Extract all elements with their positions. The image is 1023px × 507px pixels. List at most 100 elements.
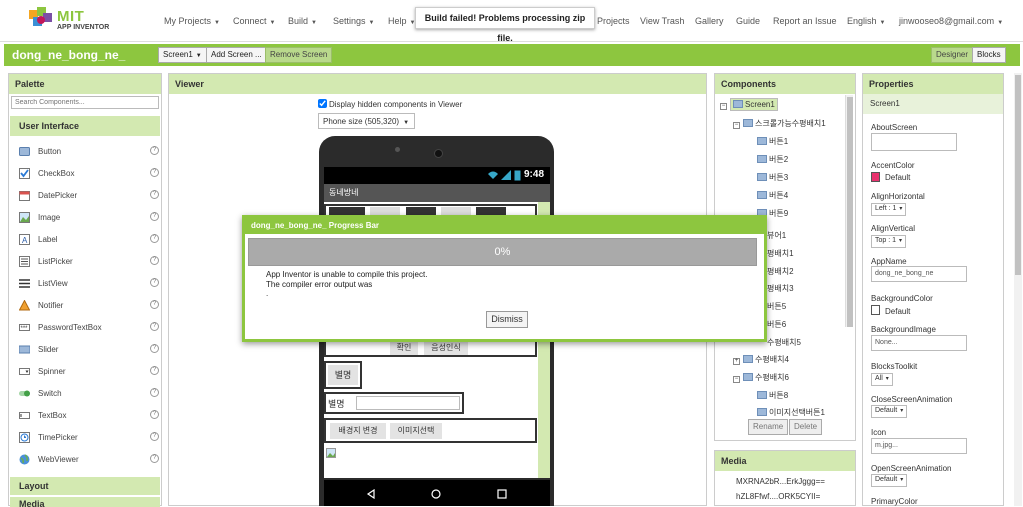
nav-my-projects[interactable]: My Projects ▼ [164, 16, 220, 26]
page-scrollbar[interactable] [1014, 73, 1022, 506]
change-background-button[interactable]: 배경지 변경 [330, 423, 386, 439]
prop-accent-color-value[interactable]: Default [885, 173, 910, 182]
help-icon[interactable]: ? [150, 256, 159, 265]
help-icon[interactable]: ? [150, 168, 159, 177]
prop-background-color-value[interactable]: Default [885, 307, 910, 316]
media-item[interactable]: MXRNA2bR...ErkJggg== [736, 477, 825, 486]
help-icon[interactable]: ? [150, 278, 159, 287]
display-hidden-checkbox[interactable] [318, 99, 327, 108]
tree-node-button4[interactable]: 버튼4 [757, 190, 788, 201]
palette-search-input[interactable] [11, 96, 159, 109]
tree-node-horizontal-arrangement-6[interactable]: − 수평배치6 [733, 372, 789, 383]
palette-item-datepicker[interactable]: DatePicker ? [19, 187, 159, 205]
help-icon[interactable]: ? [150, 146, 159, 155]
prop-align-horizontal-select[interactable]: Left : 1 ▾ [871, 203, 907, 216]
expand-icon[interactable]: + [733, 358, 740, 365]
help-icon[interactable]: ? [150, 366, 159, 375]
prop-about-screen-input[interactable] [871, 133, 957, 151]
prop-blocks-toolkit-select[interactable]: All ▾ [871, 373, 893, 386]
collapse-icon[interactable]: − [733, 122, 740, 129]
background-color-swatch[interactable] [871, 305, 880, 315]
help-icon[interactable]: ? [150, 300, 159, 309]
help-icon[interactable]: ? [150, 410, 159, 419]
nav-user-account[interactable]: jinwooseo8@gmail.com ▼ [899, 16, 1003, 26]
tree-node-scroll-arrangement-1[interactable]: − 스크롤가능수평배치1 [733, 118, 826, 129]
palette-category-user-interface[interactable]: User Interface [10, 116, 160, 136]
media-item[interactable]: hZL8Ffwf....ORK5CYII= [736, 492, 820, 501]
nav-help[interactable]: Help ▼ [388, 16, 415, 26]
help-icon[interactable]: ? [150, 322, 159, 331]
voice-recognition-button[interactable]: 음성인식 [424, 341, 468, 355]
prop-open-animation-select[interactable]: Default ▾ [871, 474, 908, 487]
tree-node-viewer1[interactable]: 뷰어1 [767, 230, 786, 241]
prop-icon-input[interactable]: m.jpg... [871, 438, 967, 454]
nav-projects[interactable]: Projects [597, 16, 630, 26]
tree-node-horizontal-arrangement-4[interactable]: + 수평배치4 [733, 354, 789, 365]
palette-item-label[interactable]: A Label ? [19, 231, 159, 249]
nav-settings[interactable]: Settings ▼ [333, 16, 374, 26]
prop-background-image-input[interactable]: None... [871, 335, 967, 351]
palette-item-notifier[interactable]: Notifier ? [18, 297, 159, 315]
palette-item-checkbox[interactable]: CheckBox ? [19, 165, 159, 183]
help-icon[interactable]: ? [150, 190, 159, 199]
blocks-button[interactable]: Blocks [972, 47, 1006, 63]
back-icon[interactable] [366, 488, 376, 501]
prop-app-name-input[interactable]: dong_ne_bong_ne [871, 266, 967, 282]
components-scrollbar[interactable] [845, 95, 853, 327]
prop-align-vertical-select[interactable]: Top : 1 ▾ [871, 235, 907, 248]
palette-item-slider[interactable]: Slider ? [18, 341, 159, 359]
dismiss-button[interactable]: Dismiss [486, 311, 528, 328]
nav-language[interactable]: English ▼ [847, 16, 885, 26]
app-inventor-logo-icon[interactable] [28, 6, 54, 30]
help-icon[interactable]: ? [150, 212, 159, 221]
tree-node-horizontal-arrangement-2[interactable]: 평배치2 [767, 266, 794, 277]
palette-item-image[interactable]: Image ? [19, 209, 159, 227]
phone-size-select[interactable]: Phone size (505,320) ▼ [318, 113, 415, 129]
nav-report-issue[interactable]: Report an Issue [773, 16, 837, 26]
nav-gallery[interactable]: Gallery [695, 16, 724, 26]
tree-node-image-picker1[interactable]: 이미지선택버튼1 [757, 407, 825, 418]
palette-item-switch[interactable]: Switch ? [19, 385, 159, 403]
confirm-button[interactable]: 확인 [390, 341, 418, 355]
designer-button[interactable]: Designer [931, 47, 974, 63]
palette-item-passwordtextbox[interactable]: *** PasswordTextBox ? [19, 319, 159, 337]
palette-item-spinner[interactable]: Spinner ? [19, 363, 159, 381]
tree-node-button8[interactable]: 버튼8 [757, 390, 788, 401]
remove-screen-button[interactable]: Remove Screen [265, 47, 333, 63]
nav-guide[interactable]: Guide [736, 16, 760, 26]
help-icon[interactable]: ? [150, 432, 159, 441]
screen-select-button[interactable]: Screen1 ▼ [158, 47, 207, 63]
help-icon[interactable]: ? [150, 344, 159, 353]
help-icon[interactable]: ? [150, 454, 159, 463]
tree-node-button2[interactable]: 버튼2 [757, 154, 788, 165]
nav-connect[interactable]: Connect ▼ [233, 16, 275, 26]
image-picker-button[interactable]: 이미지선택 [390, 423, 442, 439]
palette-category-layout[interactable]: Layout [10, 477, 160, 495]
help-icon[interactable]: ? [150, 388, 159, 397]
tree-node-screen1[interactable]: − Screen1 [720, 98, 778, 111]
collapse-icon[interactable]: − [733, 376, 740, 383]
add-screen-button[interactable]: Add Screen ... [206, 47, 267, 63]
palette-item-listview[interactable]: ListView ? [19, 275, 159, 293]
palette-item-button[interactable]: Button ? [19, 143, 159, 161]
collapse-icon[interactable]: − [720, 103, 727, 110]
tree-node-horizontal-arrangement-1[interactable]: 평배치1 [767, 248, 794, 259]
tree-node-button3[interactable]: 버튼3 [757, 172, 788, 183]
display-hidden-components[interactable]: Display hidden components in Viewer [318, 99, 462, 109]
help-icon[interactable]: ? [150, 234, 159, 243]
palette-item-textbox[interactable]: TextBox ? [19, 407, 159, 425]
nickname-input[interactable] [356, 396, 460, 410]
tree-node-button6[interactable]: 버튼6 [767, 319, 786, 330]
delete-button[interactable]: Delete [789, 419, 823, 435]
nickname-button[interactable]: 별명 [328, 365, 358, 385]
accent-color-swatch[interactable] [871, 172, 880, 182]
tree-node-button5[interactable]: 버튼5 [767, 301, 786, 312]
prop-close-animation-select[interactable]: Default ▾ [871, 405, 908, 418]
home-icon[interactable] [431, 489, 441, 501]
tree-node-button1[interactable]: 버튼1 [757, 136, 788, 147]
palette-item-webviewer[interactable]: WebViewer ? [19, 451, 159, 469]
palette-item-listpicker[interactable]: ListPicker ? [19, 253, 159, 271]
recent-apps-icon[interactable] [497, 489, 507, 501]
nav-view-trash[interactable]: View Trash [640, 16, 684, 26]
rename-button[interactable]: Rename [748, 419, 789, 435]
